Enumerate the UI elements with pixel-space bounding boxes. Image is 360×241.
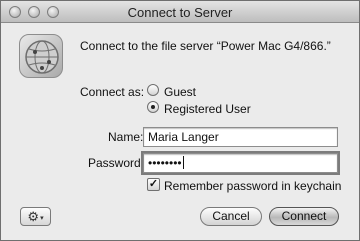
window-title: Connect to Server <box>127 5 233 20</box>
cancel-button[interactable]: Cancel <box>200 207 262 226</box>
name-field[interactable]: Maria Langer <box>143 127 338 147</box>
text-cursor <box>182 156 184 169</box>
remember-password-label[interactable]: Remember password in keychain <box>164 179 341 193</box>
registered-user-radio[interactable] <box>147 101 159 113</box>
action-menu-button[interactable]: ⚙▾ <box>20 207 51 226</box>
connect-to-server-dialog: Connect to Server Connect to the file se… <box>0 0 360 241</box>
name-field-value: Maria Langer <box>148 130 219 144</box>
chevron-down-icon: ▾ <box>40 215 44 222</box>
connect-button[interactable]: Connect <box>269 207 339 226</box>
name-label: Name: <box>108 130 144 144</box>
connect-prompt-text: Connect to the file server “Power Mac G4… <box>80 39 331 53</box>
guest-option-label[interactable]: Guest <box>164 85 196 99</box>
registered-user-option-label[interactable]: Registered User <box>164 102 251 116</box>
connect-as-label: Connect as: <box>80 85 145 99</box>
checkmark-icon: ✓ <box>148 178 159 190</box>
password-field-value: •••••••• <box>148 156 182 170</box>
network-server-icon <box>19 34 63 78</box>
title-bar[interactable]: Connect to Server <box>1 1 359 23</box>
guest-radio[interactable] <box>147 84 159 96</box>
remember-password-checkbox[interactable]: ✓ <box>147 178 160 191</box>
password-label: Password: <box>88 156 145 170</box>
password-field[interactable]: •••••••• <box>141 151 340 175</box>
gear-icon: ⚙ <box>27 209 40 224</box>
